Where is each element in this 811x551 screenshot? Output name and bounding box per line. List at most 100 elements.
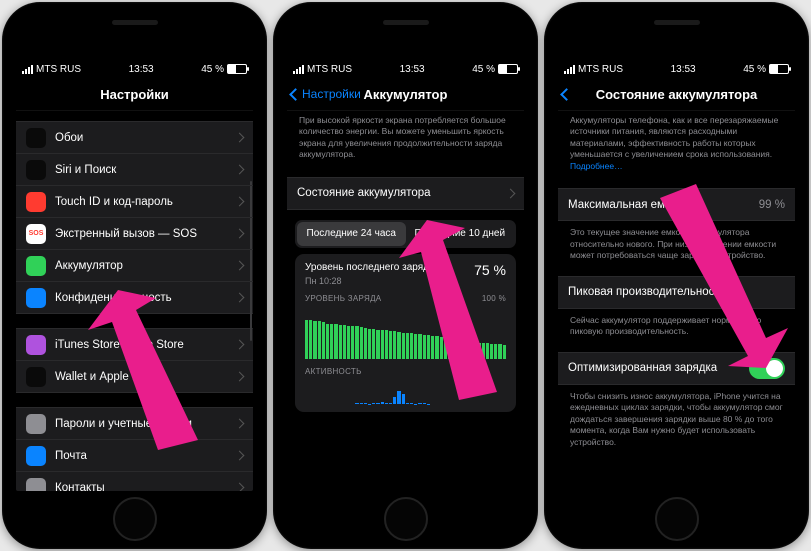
chevron-right-icon [506, 188, 516, 198]
battery-pct-label: 45 % [743, 64, 766, 75]
chevron-right-icon [235, 293, 245, 303]
carrier-label: MTS RUS [307, 64, 352, 75]
status-bar: MTS RUS 13:53 45 % [558, 60, 795, 78]
intro-text: Аккумуляторы телефона, как и все перезар… [558, 111, 795, 178]
activity-chart [305, 380, 506, 404]
charge-level-max: 100 % [482, 294, 506, 303]
intro-text: При высокой яркости экрана потребляется … [287, 111, 524, 167]
row-label: Состояние аккумулятора [297, 187, 507, 199]
status-bar: MTS RUS 13:53 45 % [287, 60, 524, 78]
chevron-right-icon [235, 229, 245, 239]
charge-level-chart [305, 307, 506, 359]
page-title: Аккумулятор [364, 87, 448, 102]
last-charge-label: Уровень последнего заряда [305, 262, 435, 274]
page-title: Состояние аккумулятора [596, 87, 758, 102]
wallet-icon [26, 367, 46, 387]
atom-icon [26, 128, 46, 148]
clock-label: 13:53 [129, 64, 154, 75]
chevron-right-icon [235, 419, 245, 429]
battery-pct-label: 45 % [201, 64, 224, 75]
row-label: Обои [55, 132, 236, 144]
last-charge-card: Уровень последнего заряда Пн 10:28 75 % … [295, 254, 516, 412]
chevron-right-icon [235, 340, 245, 350]
row-label: Экстренный вызов — SOS [55, 228, 236, 240]
learn-more-link[interactable]: Подробнее… [570, 161, 623, 171]
peak-performance-row: Пиковая производительность [558, 277, 795, 308]
settings-row[interactable]: Touch ID и код-пароль [16, 186, 253, 218]
speaker-grille [112, 20, 158, 25]
chevron-right-icon [235, 372, 245, 382]
settings-row[interactable]: SOS Экстренный вызов — SOS [16, 218, 253, 250]
max-capacity-row: Максимальная емкость 99 % [558, 189, 795, 220]
phone-battery-health: MTS RUS 13:53 45 % Состояние аккумулятор… [544, 2, 809, 549]
phone-battery: MTS RUS 13:53 45 % Настройки Аккумулятор… [273, 2, 538, 549]
signal-icon [22, 65, 33, 74]
settings-row[interactable]: Контакты [16, 472, 253, 491]
settings-row[interactable]: Конфиденциальность [16, 282, 253, 313]
signal-icon [293, 65, 304, 74]
chevron-right-icon [235, 197, 245, 207]
settings-row[interactable]: Пароли и учетные записи [16, 408, 253, 440]
row-label: Максимальная емкость [568, 199, 759, 211]
touchid-icon [26, 192, 46, 212]
charge-level-label: УРОВЕНЬ ЗАРЯДА [305, 294, 381, 303]
settings-row[interactable]: iTunes Store и App Store [16, 329, 253, 361]
row-label: Touch ID и код-пароль [55, 196, 236, 208]
carrier-label: MTS RUS [36, 64, 81, 75]
sos-icon: SOS [26, 224, 46, 244]
speaker-grille [654, 20, 700, 25]
page-title: Настройки [100, 87, 169, 102]
settings-row[interactable]: Siri и Поиск [16, 154, 253, 186]
time-range-segmented[interactable]: Последние 24 часа Последние 10 дней [295, 220, 516, 248]
seg-10d[interactable]: Последние 10 дней [406, 222, 515, 246]
back-button[interactable] [562, 78, 571, 110]
nav-bar: Настройки [16, 78, 253, 111]
battery-health-row[interactable]: Состояние аккумулятора [287, 178, 524, 209]
optimized-charging-toggle[interactable] [749, 358, 785, 379]
battery-icon [498, 64, 518, 74]
key-icon [26, 414, 46, 434]
settings-row[interactable]: Wallet и Apple Pay [16, 361, 253, 392]
status-bar: MTS RUS 13:53 45 % [16, 60, 253, 78]
row-label: Аккумулятор [55, 260, 236, 272]
siri-icon [26, 160, 46, 180]
peak-performance-footer: Сейчас аккумулятор поддерживает нормальн… [558, 309, 795, 338]
clock-label: 13:53 [400, 64, 425, 75]
carrier-label: MTS RUS [578, 64, 623, 75]
home-button[interactable] [384, 497, 428, 541]
chevron-right-icon [235, 261, 245, 271]
row-label: Почта [55, 450, 236, 462]
hand-icon [26, 288, 46, 308]
battery-icon [227, 64, 247, 74]
chevron-right-icon [235, 483, 245, 491]
clock-label: 13:53 [671, 64, 696, 75]
row-label: Пароли и учетные записи [55, 418, 236, 430]
max-capacity-footer: Это текущее значение емкости аккумулятор… [558, 221, 795, 261]
home-button[interactable] [655, 497, 699, 541]
chevron-right-icon [235, 165, 245, 175]
settings-row[interactable]: Почта [16, 440, 253, 472]
row-label: Конфиденциальность [55, 292, 236, 304]
nav-bar: Настройки Аккумулятор [287, 78, 524, 111]
last-charge-pct: 75 % [474, 262, 506, 278]
chevron-right-icon [235, 133, 245, 143]
battery-icon [26, 256, 46, 276]
chevron-right-icon [235, 451, 245, 461]
row-label: Siri и Поиск [55, 164, 236, 176]
max-capacity-value: 99 % [759, 199, 785, 211]
seg-24h[interactable]: Последние 24 часа [297, 222, 406, 246]
row-label: Wallet и Apple Pay [55, 371, 236, 383]
chevron-left-icon [289, 88, 302, 101]
speaker-grille [383, 20, 429, 25]
last-charge-time: Пн 10:28 [305, 276, 435, 286]
nav-bar: Состояние аккумулятора [558, 78, 795, 111]
home-button[interactable] [113, 497, 157, 541]
back-label: Настройки [302, 87, 361, 101]
row-label: iTunes Store и App Store [55, 339, 236, 351]
itunes-icon [26, 335, 46, 355]
mail-icon [26, 446, 46, 466]
settings-row[interactable]: Обои [16, 122, 253, 154]
settings-row[interactable]: Аккумулятор [16, 250, 253, 282]
back-button[interactable]: Настройки [291, 78, 361, 110]
contacts-icon [26, 478, 46, 492]
